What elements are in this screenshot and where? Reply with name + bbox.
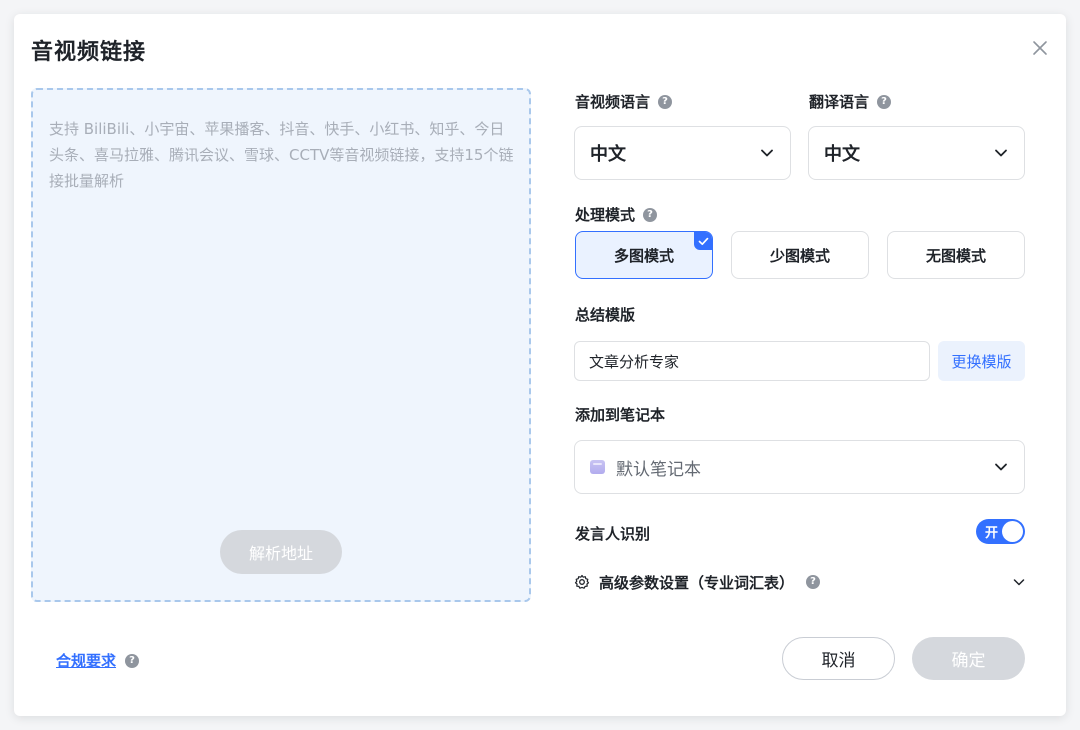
chevron-down-icon bbox=[995, 149, 1007, 157]
toggle-knob bbox=[1002, 521, 1023, 542]
notebook-label: 添加到笔记本 bbox=[575, 404, 665, 425]
translate-language-select[interactable]: 中文 bbox=[808, 126, 1025, 180]
mode-option-label: 多图模式 bbox=[613, 246, 674, 265]
compliance-link[interactable]: 合规要求 bbox=[56, 650, 116, 671]
cancel-button[interactable]: 取消 bbox=[782, 637, 895, 680]
mode-option-label: 少图模式 bbox=[769, 246, 830, 265]
process-mode-label-text: 处理模式 bbox=[575, 206, 636, 224]
media-language-select[interactable]: 中文 bbox=[574, 126, 791, 180]
translate-language-label-text: 翻译语言 bbox=[809, 93, 870, 111]
notebook-select[interactable]: 默认笔记本 bbox=[574, 440, 1025, 494]
advanced-settings-label: 高级参数设置（专业词汇表） bbox=[599, 573, 795, 592]
process-mode-label: 处理模式 ? bbox=[575, 204, 658, 225]
chevron-down-icon bbox=[995, 463, 1007, 471]
help-icon[interactable]: ? bbox=[877, 94, 892, 109]
speaker-recognition-label-text: 发言人识别 bbox=[575, 525, 651, 543]
summary-template-label: 总结模版 bbox=[575, 304, 635, 325]
notebook-icon bbox=[590, 460, 605, 474]
link-input[interactable] bbox=[49, 116, 515, 476]
chevron-down-icon bbox=[761, 149, 773, 157]
notebook-select-content: 默认笔记本 bbox=[590, 455, 701, 480]
mode-option-multi-image[interactable]: 多图模式 bbox=[575, 231, 713, 279]
mode-option-few-image[interactable]: 少图模式 bbox=[731, 231, 869, 279]
summary-template-field[interactable]: 文章分析专家 bbox=[574, 341, 930, 381]
summary-template-label-text: 总结模版 bbox=[575, 306, 636, 324]
mode-option-no-image[interactable]: 无图模式 bbox=[887, 231, 1025, 279]
notebook-label-text: 添加到笔记本 bbox=[575, 406, 666, 424]
help-icon[interactable]: ? bbox=[658, 94, 673, 109]
translate-language-value: 中文 bbox=[824, 144, 860, 165]
compliance-section: 合规要求 ? bbox=[56, 650, 140, 671]
close-icon[interactable] bbox=[1030, 38, 1050, 58]
help-icon[interactable]: ? bbox=[125, 653, 140, 668]
help-icon[interactable]: ? bbox=[806, 575, 821, 589]
speaker-recognition-label: 发言人识别 bbox=[575, 523, 650, 544]
advanced-settings-row[interactable]: 高级参数设置（专业词汇表） ? bbox=[574, 571, 1026, 593]
media-language-label: 音视频语言 ? bbox=[575, 91, 673, 112]
audio-video-link-dialog: 音视频链接 解析地址 音视频语言 ? 翻译语言 ? 中文 中文 处理模式 ? 多… bbox=[14, 14, 1066, 716]
gear-icon bbox=[574, 574, 590, 589]
parse-address-button[interactable]: 解析地址 bbox=[220, 530, 342, 574]
change-template-button[interactable]: 更换模版 bbox=[938, 341, 1025, 381]
toggle-on-text: 开 bbox=[985, 526, 999, 541]
help-icon[interactable]: ? bbox=[643, 207, 658, 222]
confirm-button[interactable]: 确定 bbox=[912, 637, 1025, 680]
dialog-title: 音视频链接 bbox=[31, 40, 147, 65]
media-language-value: 中文 bbox=[590, 144, 626, 165]
chevron-down-icon bbox=[1013, 579, 1025, 586]
summary-template-value: 文章分析专家 bbox=[589, 352, 680, 371]
link-dropzone: 解析地址 bbox=[31, 88, 531, 602]
mode-option-label: 无图模式 bbox=[925, 246, 986, 265]
speaker-recognition-toggle[interactable]: 开 bbox=[976, 519, 1025, 544]
translate-language-label: 翻译语言 ? bbox=[809, 91, 892, 112]
media-language-label-text: 音视频语言 bbox=[575, 93, 651, 111]
check-icon bbox=[694, 232, 712, 250]
notebook-value: 默认笔记本 bbox=[616, 459, 701, 480]
